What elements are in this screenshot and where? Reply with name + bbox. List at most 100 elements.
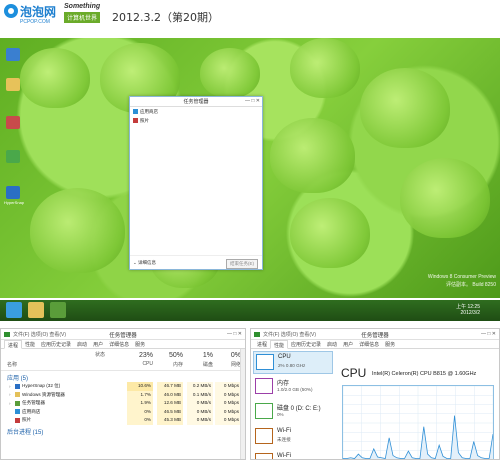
resource-name: Wi-Fi — [277, 428, 291, 434]
app-list-item[interactable]: 应用商店 — [130, 107, 262, 116]
tab-item[interactable]: 启动 — [74, 340, 90, 348]
window-title: 任务管理器 — [183, 99, 209, 105]
tab-item[interactable]: 应用历史记录 — [38, 340, 74, 348]
process-disk-cell: 0 MB/s — [187, 399, 213, 408]
window-controls[interactable]: — □ ✕ — [245, 98, 260, 104]
process-cpu-cell: 1.7% — [127, 390, 153, 399]
logo-text: 泡泡网 — [20, 5, 57, 19]
resource-item[interactable]: 磁盘 0 (D: C: E:) 0% — [253, 401, 333, 424]
window-titlebar[interactable]: 文件(F) 选项(O) 查看(V) 任务管理器 — □ ✕ — [251, 329, 499, 340]
magazine-header: 泡泡网 PCPOP.COM Something 计算机世界 2012.3.2（第… — [0, 0, 500, 32]
tab-item[interactable]: 详细信息 — [106, 340, 132, 348]
resource-detail: 0% — [277, 412, 284, 417]
column-percent: 50% — [168, 352, 183, 359]
window-title: 任务管理器 — [361, 333, 389, 339]
issue-date: 2012.3.2（第20期） — [112, 11, 219, 24]
column-caption[interactable]: CPU — [129, 361, 153, 367]
tab-item[interactable]: 进程 — [4, 340, 23, 349]
clock-time: 上午 12:25 — [456, 304, 480, 310]
process-disk-cell: 0.2 MB/s — [187, 382, 213, 391]
pcpop-logo: 泡泡网 PCPOP.COM — [4, 3, 60, 29]
task-manager-compact-window[interactable]: 任务管理器 — □ ✕ 应用商店 照片 ⌄ 详细信息 结束任务(E) — [129, 96, 263, 270]
taskmgr-icon — [15, 400, 20, 406]
app-list-item[interactable]: 照片 — [130, 116, 262, 125]
resource-name: 磁盘 0 (D: C: E:) — [277, 406, 321, 412]
tab-item[interactable]: 用户 — [340, 340, 356, 348]
window-controls[interactable]: — □ ✕ — [227, 331, 242, 337]
window-titlebar[interactable]: 任务管理器 — □ ✕ — [130, 97, 262, 107]
process-name: 任务管理器 — [22, 400, 45, 405]
watermark-line2: 评估副本。 Build 8250 — [445, 282, 496, 288]
status-column-header[interactable]: 状态 — [95, 351, 105, 358]
expand-chevron-icon[interactable]: › — [9, 401, 13, 406]
resource-item[interactable]: 内存 1.0/2.0 GB (50%) — [253, 376, 333, 399]
brand-bottom: 计算机世界 — [64, 12, 101, 23]
resource-item[interactable]: Wi-Fi — [253, 451, 333, 459]
end-task-button[interactable]: 结束任务(E) — [226, 259, 258, 269]
desktop: HyperSnap Windows 8 Consumer Preview 评估副… — [0, 38, 500, 298]
system-tray-clock[interactable]: 上午 12:25 2012/3/2 — [456, 303, 480, 316]
column-caption[interactable]: 内存 — [159, 361, 183, 368]
resource-thumbnail — [255, 453, 273, 459]
process-net-cell: 0 Mbps — [215, 390, 241, 399]
resource-detail: 1.0/2.0 GB (50%) — [277, 387, 313, 392]
column-caption[interactable]: 磁盘 — [189, 361, 213, 368]
process-name-cell: 照片 — [9, 417, 31, 423]
process-mem-cell: 12.6 MB — [157, 399, 183, 408]
more-details-button[interactable]: ⌄ 详细信息 — [133, 260, 156, 266]
desktop-icon[interactable] — [4, 116, 22, 136]
taskmgr-icon[interactable] — [50, 302, 66, 318]
desktop-icon[interactable] — [4, 48, 22, 68]
clover-leaf — [200, 48, 260, 98]
ie-icon[interactable] — [6, 302, 22, 318]
window-titlebar[interactable]: 文件(F) 选项(O) 查看(V) 任务管理器 — □ ✕ — [1, 329, 245, 340]
process-cpu-cell: 1.9% — [127, 399, 153, 408]
brand-top: Something — [64, 3, 101, 10]
process-net-cell: 0 Mbps — [215, 382, 241, 391]
process-row[interactable]: › 任务管理器 1.9% 12.6 MB 0 MB/s 0 Mbps — [1, 399, 245, 408]
desktop-icon[interactable] — [4, 150, 22, 170]
task-manager-performance-window: 文件(F) 选项(O) 查看(V) 任务管理器 — □ ✕ 进程 性能 应用历史记录… — [250, 328, 500, 460]
brand-logo: Something 计算机世界 — [64, 3, 104, 29]
hypersnap-icon — [6, 186, 20, 199]
clover-leaf — [30, 188, 125, 273]
tab-item[interactable]: 启动 — [324, 340, 340, 348]
column-caption[interactable]: 网络 — [217, 361, 241, 368]
resource-item[interactable]: Wi-Fi 未连接 — [253, 426, 333, 449]
pcpop-logo-icon — [4, 4, 18, 18]
background-group-header: 后台进程 (15) — [7, 429, 44, 436]
column-header[interactable]: 名称 状态 23% CPU 50% 内存 1% 磁盘 0% 网络 — [1, 349, 245, 371]
resource-name: 内存 — [277, 381, 290, 387]
process-row[interactable]: › Windows 资源管理器 1.7% 46.0 MB 0.1 MB/s 0 Mbps — [1, 390, 245, 399]
document-icon — [6, 116, 20, 129]
process-disk-cell: 0.1 MB/s — [187, 390, 213, 399]
tab-item[interactable]: 进程 — [254, 340, 270, 348]
name-column-header[interactable]: 名称 — [7, 361, 17, 368]
process-row[interactable]: 应用商店 0% 46.5 MB 0 MB/s 0 Mbps — [1, 407, 245, 416]
process-row[interactable]: 照片 0% 45.3 MB 0 MB/s 0 Mbps — [1, 416, 245, 425]
column-percent: 1% — [202, 352, 213, 359]
resource-thumbnail — [256, 354, 274, 370]
resource-thumbnail — [255, 378, 273, 394]
tab-item[interactable]: 应用历史记录 — [288, 340, 324, 348]
photos-icon — [15, 417, 20, 423]
process-name: 应用商店 — [22, 408, 41, 414]
app-name: 照片 — [140, 117, 149, 123]
expand-chevron-icon[interactable]: › — [9, 384, 13, 389]
store-icon — [133, 109, 138, 114]
tab-item[interactable]: 详细信息 — [356, 340, 382, 348]
process-row[interactable]: › HyperSnap (32 位) 10.6% 46.7 MB 0.2 MB/s 0 M… — [1, 382, 245, 391]
tab-item[interactable]: 性能 — [22, 340, 38, 348]
apps-group-header: 应用 (5) — [7, 376, 29, 382]
tab-item[interactable]: 服务 — [382, 340, 398, 348]
tab-item[interactable]: 性能 — [270, 340, 289, 349]
scrollbar[interactable] — [240, 349, 245, 459]
desktop-icon[interactable]: HyperSnap — [4, 186, 24, 206]
desktop-icon[interactable] — [4, 78, 22, 98]
tab-item[interactable]: 服务 — [132, 340, 148, 348]
explorer-icon[interactable] — [28, 302, 44, 318]
resource-item[interactable]: CPU 2% 0.80 GHz — [253, 351, 333, 374]
expand-chevron-icon[interactable]: › — [9, 392, 13, 397]
tab-item[interactable]: 用户 — [90, 340, 106, 348]
window-controls[interactable]: — □ ✕ — [481, 331, 496, 337]
